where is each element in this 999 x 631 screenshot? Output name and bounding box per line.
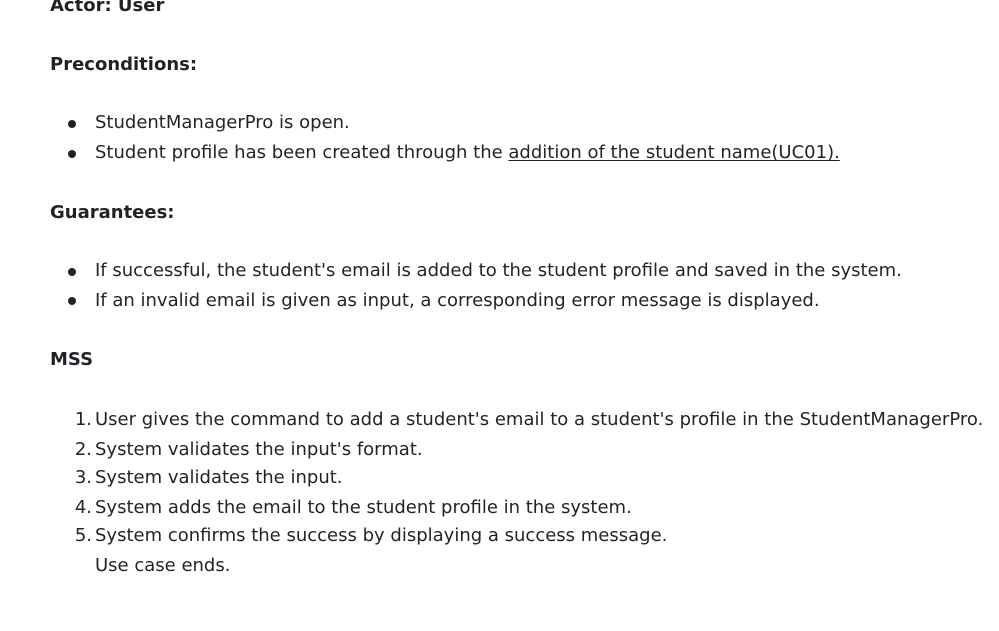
- bullet-dot: [68, 120, 76, 128]
- bullet-dot: [68, 268, 76, 276]
- guarantee-item: If successful, the student's email is ad…: [95, 260, 902, 281]
- step-number: 3.: [74, 467, 92, 488]
- step-number: 4.: [74, 497, 92, 518]
- mss-step: System adds the email to the student pro…: [95, 497, 632, 518]
- precondition-item: Student profile has been created through…: [95, 141, 840, 165]
- mss-step: System validates the input.: [95, 467, 343, 488]
- step-number: 5.: [74, 525, 92, 546]
- mss-step: System validates the input's format.: [95, 439, 423, 460]
- preconditions-heading: Preconditions:: [50, 54, 198, 75]
- use-case-document: Actor: User Preconditions: StudentManage…: [0, 0, 999, 631]
- bullet-dot: [68, 150, 76, 158]
- use-case-end-note: Use case ends.: [95, 555, 231, 576]
- mss-step: System confirms the success by displayin…: [95, 525, 668, 546]
- bullet-dot: [68, 297, 76, 305]
- guarantees-heading: Guarantees:: [50, 202, 175, 223]
- precondition-item-text: Student profile has been created through…: [95, 142, 509, 163]
- step-number: 2.: [74, 439, 92, 460]
- precondition-item: StudentManagerPro is open.: [95, 112, 350, 133]
- guarantee-item: If an invalid email is given as input, a…: [95, 290, 820, 311]
- mss-step: User gives the command to add a student'…: [95, 409, 984, 430]
- actor-heading: Actor: User: [50, 0, 165, 16]
- uc01-link[interactable]: addition of the student name(UC01).: [508, 142, 839, 163]
- mss-heading: MSS: [50, 349, 94, 370]
- step-number: 1.: [74, 409, 92, 430]
